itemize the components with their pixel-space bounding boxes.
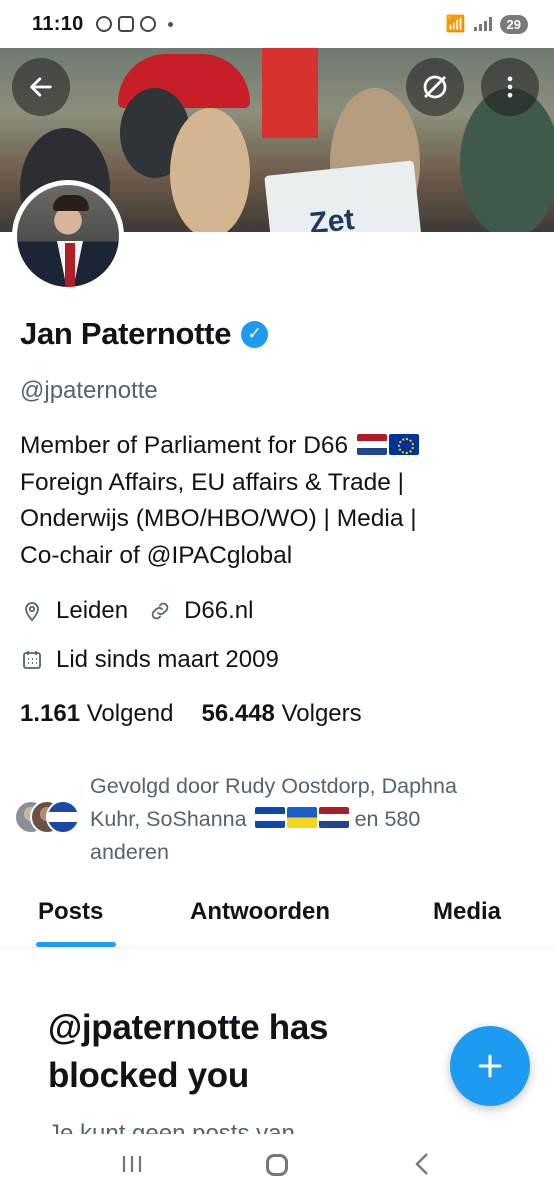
website-link[interactable]: D66.nl <box>184 597 253 625</box>
profile-tabs: Posts Antwoorden Media <box>0 890 554 948</box>
blocked-subtitle: Je kunt geen posts van <box>48 1122 518 1134</box>
follower-avatar <box>46 800 80 834</box>
arrow-left-icon <box>30 77 52 97</box>
bio-line: Onderwijs (MBO/HBO/WO) | Media | <box>20 505 417 533</box>
eu-flag-icon <box>388 434 419 455</box>
followed-by[interactable]: Gevolgd door Rudy Oostdorp, Daphna Kuhr,… <box>14 770 540 869</box>
system-icons: 📶 29 <box>446 14 528 34</box>
home-button[interactable] <box>247 1151 307 1183</box>
location-row: Leiden D66.nl <box>20 597 253 625</box>
blocked-title: @jpaternotte has blocked you <box>48 1008 329 1095</box>
follower-avatars <box>14 800 84 840</box>
more-vertical-icon <box>507 76 513 98</box>
tab-media[interactable]: Media <box>433 898 501 926</box>
followers-link[interactable]: 56.448 Volgers <box>202 700 362 728</box>
instagram-icon <box>117 16 134 32</box>
profile-bio: Member of Parliament for D66 Foreign Aff… <box>20 428 540 575</box>
following-link[interactable]: 1.161 Volgend <box>20 700 174 728</box>
app-notification-icon <box>139 16 156 32</box>
active-tab-indicator <box>36 942 116 947</box>
status-time: 11:10 <box>32 12 84 35</box>
link-icon <box>151 602 169 620</box>
location-pin-icon <box>25 602 39 622</box>
tab-posts[interactable]: Posts <box>38 898 103 926</box>
recents-button[interactable] <box>102 1151 162 1183</box>
system-navigation-bar <box>0 1134 554 1200</box>
more-button[interactable] <box>481 58 539 116</box>
netherlands-flag-icon <box>318 807 349 828</box>
status-bar: 11:10 📶 29 <box>0 0 554 48</box>
followers-count: 56.448 <box>201 700 275 727</box>
following-count: 1.161 <box>20 700 81 727</box>
followed-by-line: Kuhr, SoShanna en 580 <box>90 803 540 836</box>
followed-by-line: anderen <box>90 840 169 864</box>
profile-handle: @jpaternotte <box>20 377 158 404</box>
followers-label: Volgers <box>281 700 362 727</box>
followed-by-names: Kuhr, SoShanna <box>90 807 247 831</box>
profile-name-row: Jan Paternotte ✓ <box>20 316 269 352</box>
avatar-tie <box>65 243 75 287</box>
mute-icon <box>423 75 447 99</box>
back-button[interactable] <box>12 58 70 116</box>
bio-line: Member of Parliament for D66 <box>20 428 540 465</box>
location-text: Leiden <box>56 597 129 624</box>
el-salvador-flag-icon <box>254 807 285 828</box>
facebook-icon <box>95 16 112 32</box>
notification-icons <box>95 16 173 32</box>
profile-name: Jan Paternotte <box>20 316 232 351</box>
followed-by-text: Gevolgd door Rudy Oostdorp, Daphna Kuhr,… <box>90 770 540 869</box>
netherlands-flag-icon <box>356 434 387 455</box>
system-back-button[interactable] <box>392 1151 452 1184</box>
home-icon <box>265 1154 288 1176</box>
calendar-icon <box>23 651 41 669</box>
bio-line: Foreign Affairs, EU affairs & Trade | <box>20 468 405 496</box>
ukraine-flag-icon <box>286 807 317 828</box>
followed-by-count: en 580 <box>354 807 421 831</box>
following-label: Volgend <box>86 700 174 727</box>
banner-person <box>170 108 250 232</box>
joined-text: Lid sinds maart 2009 <box>56 646 279 673</box>
wifi-icon: 📶 <box>445 16 466 33</box>
followed-by-line: Gevolgd door Rudy Oostdorp, Daphna <box>90 774 457 798</box>
tab-replies[interactable]: Antwoorden <box>190 898 330 926</box>
plus-icon <box>478 1054 502 1078</box>
mute-button[interactable] <box>406 58 464 116</box>
joined-row: Lid sinds maart 2009 <box>20 646 279 674</box>
more-notifications-dot <box>167 21 173 27</box>
chevron-left-icon <box>414 1152 428 1175</box>
compose-button[interactable] <box>450 1026 530 1106</box>
follow-stats: 1.161 Volgend 56.448 Volgers <box>20 700 362 728</box>
signal-icon <box>473 17 492 31</box>
recents-icon <box>123 1156 142 1172</box>
battery-indicator: 29 <box>499 14 528 34</box>
profile-avatar[interactable] <box>12 180 124 292</box>
banner-red-flag <box>262 48 318 138</box>
avatar-hair <box>53 195 89 211</box>
bio-line[interactable]: Co-chair of @IPACglobal <box>20 538 540 575</box>
verified-badge-icon[interactable]: ✓ <box>241 320 269 348</box>
banner-protest-sign: Zet <box>264 160 422 232</box>
bio-text: Member of Parliament for D66 <box>20 432 349 459</box>
